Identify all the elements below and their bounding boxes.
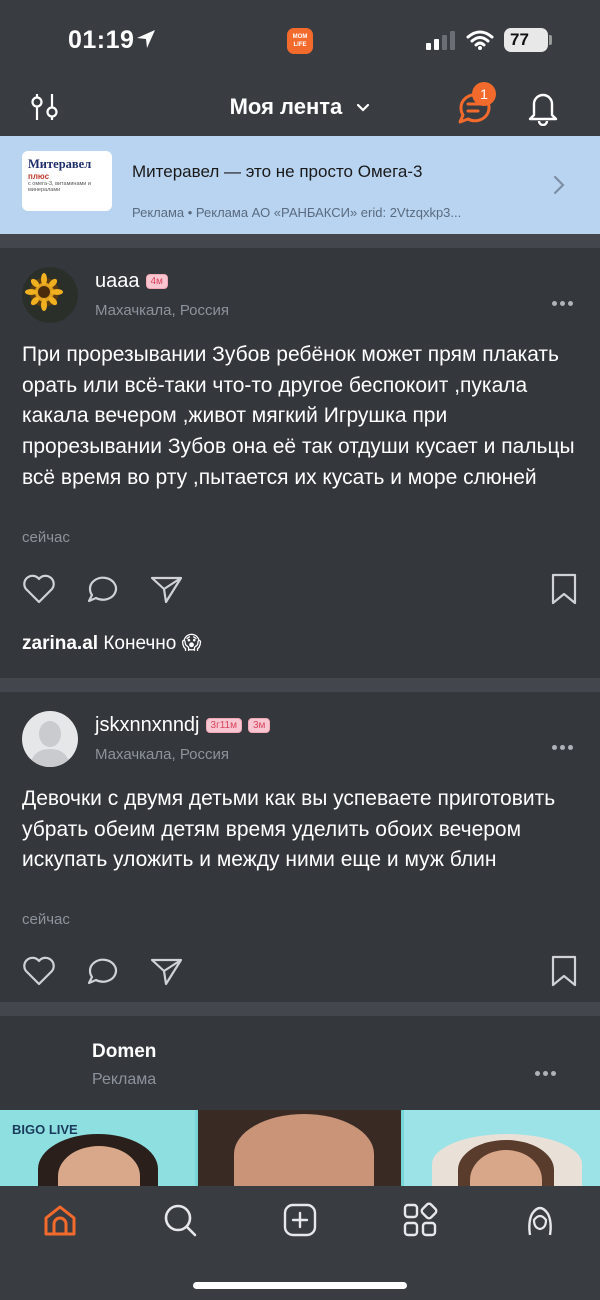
video-face <box>234 1114 374 1186</box>
ad-banner-title: Митеравел — это не просто Омега-3 <box>132 162 423 181</box>
divider <box>0 234 600 248</box>
bigo-live-logo: BIGO LIVE <box>12 1122 78 1137</box>
battery-indicator: 77 <box>504 28 548 52</box>
search-icon[interactable] <box>162 1202 198 1238</box>
wifi-icon <box>466 30 494 50</box>
more-options-icon[interactable] <box>535 1063 559 1076</box>
ad-banner[interactable]: Митеравел плюс с омега-3, витаминами и м… <box>0 136 600 234</box>
home-icon[interactable] <box>42 1202 78 1238</box>
add-icon[interactable] <box>282 1202 318 1238</box>
post-author[interactable]: uaaa 4м <box>95 270 168 293</box>
post-time: сейчас <box>22 529 70 546</box>
battery-nub <box>549 35 552 45</box>
chevron-down-icon <box>357 104 370 112</box>
more-options-icon[interactable] <box>552 293 576 306</box>
comment-author: zarina.al <box>22 633 99 654</box>
post-text[interactable]: При прорезывании Зубов ребёнок может пря… <box>22 340 582 494</box>
chevron-right-icon <box>553 175 565 195</box>
avatar[interactable] <box>22 267 78 323</box>
video-panel <box>404 1110 600 1186</box>
post-location: Махачкала, Россия <box>95 746 230 763</box>
comment-icon[interactable] <box>86 574 120 604</box>
ad-post-card: Domen Реклама <box>0 1016 600 1110</box>
bookmark-icon[interactable] <box>550 955 578 987</box>
more-options-icon[interactable] <box>552 737 576 750</box>
video-panel: BIGO LIVE <box>0 1110 195 1186</box>
post-time: сейчас <box>22 911 70 928</box>
heart-icon[interactable] <box>22 574 56 604</box>
heart-icon[interactable] <box>22 956 56 986</box>
ad-post-label: Реклама <box>92 1071 157 1088</box>
comment-preview[interactable]: zarina.al Конечно 😱 <box>22 632 201 655</box>
ad-post-name[interactable]: Domen <box>92 1041 156 1063</box>
page-title: Моя лента <box>229 94 343 119</box>
comment-icon[interactable] <box>86 956 120 986</box>
post-text[interactable]: Девочки с двумя детьми как вы успеваете … <box>22 784 582 876</box>
chat-notification-badge: 1 <box>472 82 496 106</box>
location-arrow-icon <box>137 30 155 48</box>
post-author[interactable]: jskxnnxnndj 3г11м 3м <box>95 714 271 737</box>
share-icon[interactable] <box>150 574 184 604</box>
child-age-tag: 3м <box>247 718 271 734</box>
mom-life-app-icon: MOM LIFE <box>287 28 313 54</box>
ad-video-preview[interactable]: BIGO LIVE <box>0 1110 600 1186</box>
bell-icon[interactable] <box>526 88 560 126</box>
divider <box>0 678 600 692</box>
status-time: 01:19 <box>68 26 135 54</box>
post-card: uaaa 4м Махачкала, Россия При прорезывани… <box>0 248 600 678</box>
share-icon[interactable] <box>150 956 184 986</box>
apps-icon[interactable] <box>402 1202 438 1238</box>
signal-icon <box>426 31 455 50</box>
post-card: jskxnnxnndj 3г11м 3м Махачкала, Россия Дев… <box>0 692 600 1002</box>
home-indicator <box>193 1282 407 1289</box>
age-tag: 4м <box>145 274 168 290</box>
bookmark-icon[interactable] <box>550 573 578 605</box>
post-location: Махачкала, Россия <box>95 302 230 319</box>
avatar[interactable] <box>22 711 78 767</box>
status-bar: 01:19 MOM LIFE 77 <box>0 0 600 80</box>
child-age-tag: 3г11м <box>205 718 242 734</box>
ad-banner-logo: Митеравел плюс с омега-3, витаминами и м… <box>22 151 112 211</box>
comment-text: Конечно 😱 <box>103 633 202 654</box>
feed-selector[interactable]: Моя лента <box>0 94 600 120</box>
video-panel <box>198 1110 401 1186</box>
ad-banner-subtitle: Реклама • Реклама АО «РАНБАКСИ» erid: 2V… <box>132 205 462 220</box>
top-header: Моя лента 1 <box>0 80 600 136</box>
divider <box>0 1002 600 1016</box>
profile-icon[interactable] <box>522 1202 558 1238</box>
